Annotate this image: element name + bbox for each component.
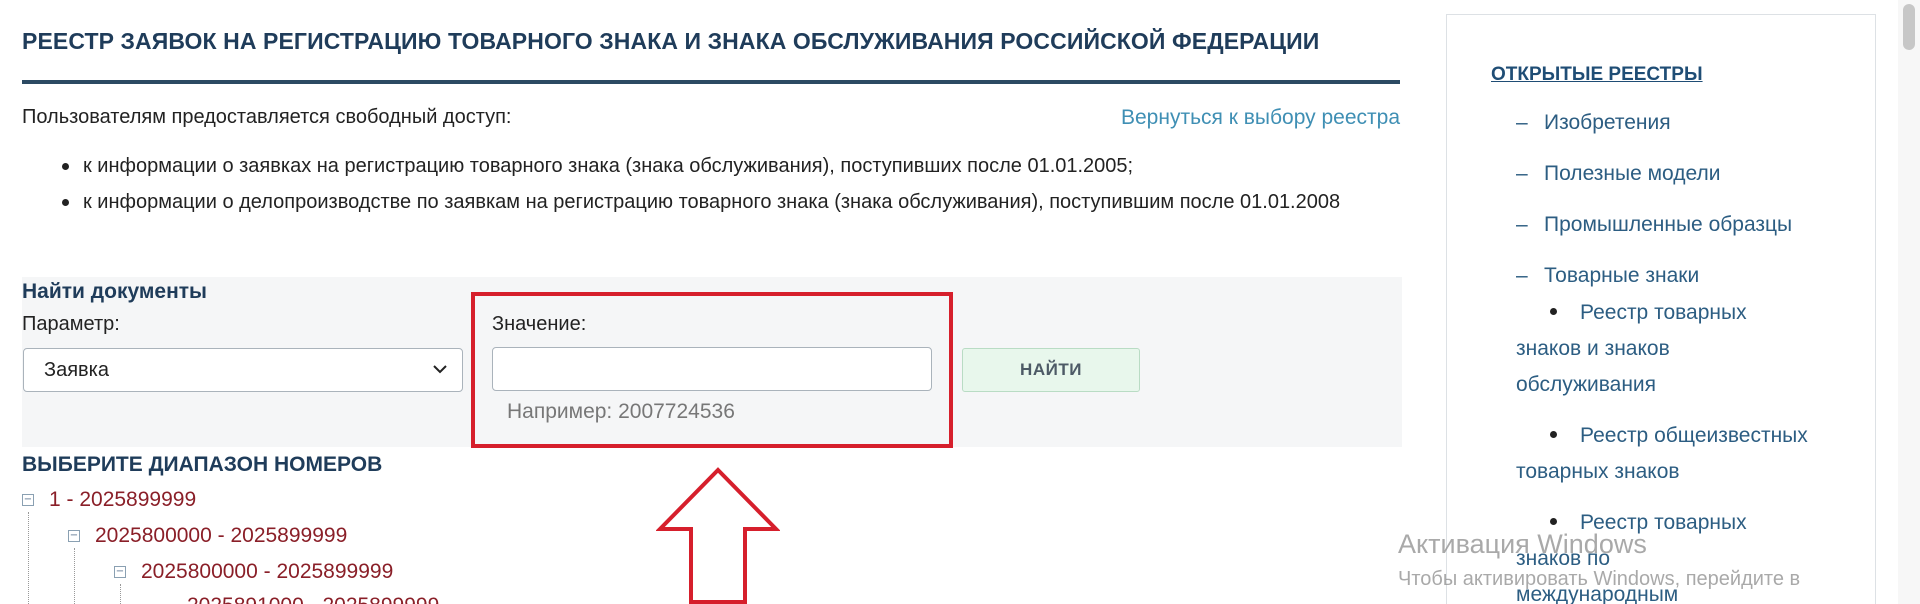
tree-connector [120,584,121,604]
range-node-label[interactable]: 2025800000 - 2025899999 [141,560,393,584]
page-title: РЕЕСТР ЗАЯВОК НА РЕГИСТРАЦИЮ ТОВАРНОГО З… [22,28,1320,54]
parameter-select[interactable]: Заявка [23,348,463,392]
sidebar-item-trademarks[interactable]: – Товарные знаки [1516,264,1699,288]
range-node[interactable]: 2025891000 - 2025899999 [187,594,439,604]
access-info-item: к информации о заявках на регистрацию то… [22,148,1402,184]
subitem-line[interactable]: Реестр товарных [1580,301,1747,324]
sidebar-item-label[interactable]: Товарные знаки [1544,264,1699,287]
range-node-label[interactable]: 2025800000 - 2025899999 [95,524,347,548]
bullet-icon [1550,517,1557,525]
windows-activation-hint: Чтобы активировать Windows, перейдите в [1398,568,1801,590]
search-button[interactable]: НАЙТИ [962,348,1140,392]
collapse-icon[interactable]: − [68,530,80,542]
subitem-line[interactable]: Реестр общеизвестных [1580,424,1808,447]
scrollbar-track[interactable] [1898,0,1920,604]
scrollbar-thumb[interactable] [1903,4,1915,50]
range-node-label[interactable]: 2025891000 - 2025899999 [187,594,439,604]
range-node[interactable]: − 1 - 2025899999 [22,488,196,512]
parameter-label: Параметр: [22,313,120,335]
tree-connector [28,512,29,604]
parameter-select-value: Заявка [44,359,109,381]
sidebar-item-industrial-designs[interactable]: – Промышленные образцы [1516,213,1792,237]
windows-activation-watermark: Активация Windows [1398,529,1647,559]
sidebar-item-label[interactable]: Изобретения [1544,111,1671,134]
sidebar-item-label[interactable]: Промышленные образцы [1544,213,1792,236]
back-to-registry-link[interactable]: Вернуться к выбору реестра [1121,106,1400,130]
range-node[interactable]: − 2025800000 - 2025899999 [114,560,393,584]
access-info-item: к информации о делопроизводстве по заявк… [22,184,1402,220]
open-registries-title[interactable]: ОТКРЫТЫЕ РЕЕСТРЫ [1491,64,1703,86]
bullet-icon [1550,307,1557,315]
search-title: Найти документы [22,280,207,303]
dash-icon: – [1516,264,1528,287]
access-info-list: к информации о заявках на регистрацию то… [22,148,1402,220]
dash-icon: – [1516,162,1528,185]
subitem-line[interactable]: товарных знаков [1516,454,1850,490]
collapse-icon[interactable]: − [114,566,126,578]
subitem-line[interactable]: знаков и знаков [1516,331,1850,367]
dash-icon: – [1516,111,1528,134]
annotation-arrow-up-icon [656,467,780,604]
range-title: ВЫБЕРИТЕ ДИАПАЗОН НОМЕРОВ [22,453,383,476]
sidebar-subitem-trademark-registry[interactable]: Реестр товарных знаков и знаков обслужив… [1516,295,1850,403]
title-divider [22,80,1400,84]
annotation-highlight-box [471,292,953,448]
range-node-label[interactable]: 1 - 2025899999 [49,488,196,512]
collapse-icon[interactable]: − [22,494,34,506]
subitem-line[interactable]: обслуживания [1516,367,1850,403]
intro-text: Пользователям предоставляется свободный … [22,106,512,128]
sidebar-subitem-well-known-marks[interactable]: Реестр общеизвестных товарных знаков [1516,418,1850,490]
tree-connector [74,548,75,604]
sidebar-item-label[interactable]: Полезные модели [1544,162,1721,185]
sidebar-item-utility-models[interactable]: – Полезные модели [1516,162,1721,186]
bullet-icon [1550,430,1557,438]
sidebar-item-inventions[interactable]: – Изобретения [1516,111,1671,135]
range-node[interactable]: − 2025800000 - 2025899999 [68,524,347,548]
chevron-down-icon [432,349,448,408]
dash-icon: – [1516,213,1528,236]
